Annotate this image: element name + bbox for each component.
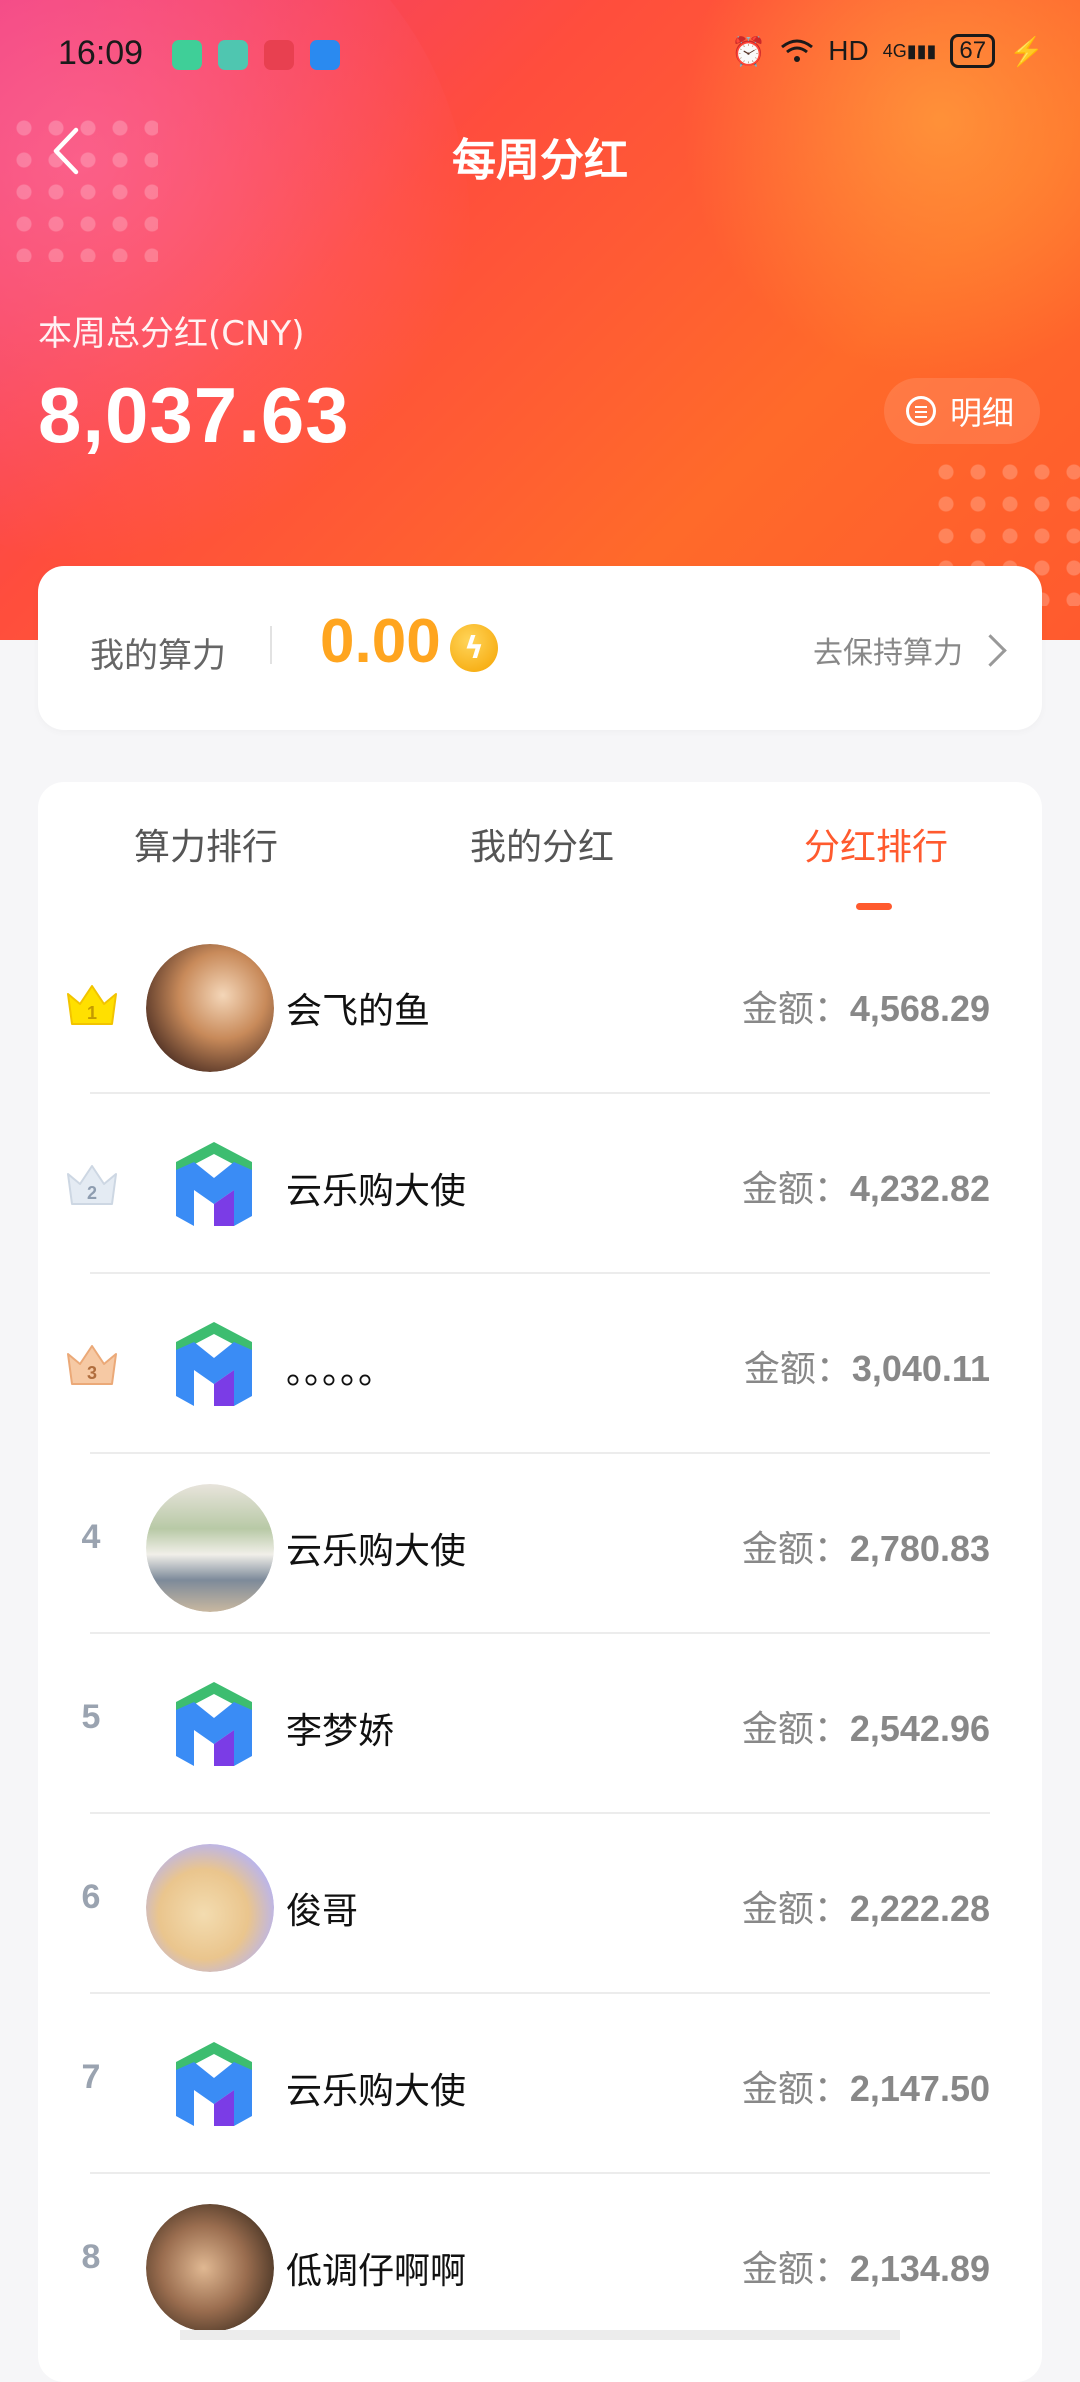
app-logo-avatar — [164, 1674, 264, 1774]
keep-power-label: 去保持算力 — [813, 636, 963, 671]
page-title: 每周分红 — [452, 135, 628, 186]
app-notification-icon — [218, 40, 248, 70]
signal-label: 4G — [882, 40, 907, 61]
user-name: 李梦娇 — [286, 1711, 395, 1752]
amount-value: 4,568.29 — [849, 988, 990, 1029]
amount-prefix: 金额： — [741, 1709, 850, 1750]
dividend-amount: 金额：2,134.89 — [742, 2240, 990, 2292]
app-notification-icon — [172, 40, 202, 70]
divider — [270, 626, 272, 664]
keep-power-link[interactable]: 去保持算力 — [813, 628, 1007, 672]
detail-button[interactable]: 明细 — [883, 378, 1040, 444]
ranking-row[interactable]: 1 会飞的鱼 金额：4,568.29 — [67, 914, 990, 1094]
amount-prefix: 金额： — [741, 2069, 850, 2110]
user-name: 会飞的鱼 — [286, 991, 431, 1032]
tab-bar: 算力排行 我的分红 分红排行 — [38, 818, 1042, 910]
tab-dividend-ranking[interactable]: 分红排行 — [804, 818, 948, 870]
total-dividend-value: 8,037.63 — [38, 371, 350, 459]
user-name: 俊哥 — [286, 1891, 359, 1932]
app-logo-avatar — [164, 1314, 264, 1414]
amount-value: 2,780.83 — [849, 1528, 990, 1569]
active-tab-indicator — [856, 903, 892, 910]
crown-icon: 1 — [64, 982, 120, 1028]
dividend-amount: 金额：2,147.50 — [742, 2060, 990, 2112]
app-logo-avatar — [164, 2034, 264, 2134]
avatar — [146, 944, 274, 1072]
amount-value: 2,542.96 — [849, 1708, 990, 1749]
dividend-amount: 金额：2,542.96 — [742, 1700, 990, 1752]
network-type: HD — [828, 35, 869, 66]
amount-prefix: 金额： — [741, 1889, 850, 1930]
amount-prefix: 金额： — [741, 989, 850, 1030]
user-name: 云乐购大使 — [286, 1531, 467, 1572]
amount-value: 2,134.89 — [849, 2248, 990, 2289]
rank-number: 7 — [81, 2058, 101, 2096]
bottom-edge — [180, 2330, 900, 2340]
ranking-row[interactable]: 5 李梦娇 金额：2,542.96 — [82, 1634, 990, 1814]
crown-icon: 3 — [64, 1342, 120, 1388]
app-notification-icon — [310, 40, 340, 70]
dividend-amount: 金额：4,232.82 — [742, 1160, 990, 1212]
ranking-row[interactable]: 4 云乐购大使 金额：2,780.83 — [82, 1454, 990, 1634]
avatar — [146, 1484, 274, 1612]
ranking-row[interactable]: 6 俊哥 金额：2,222.28 — [82, 1814, 990, 1994]
ranking-row[interactable]: 7 云乐购大使 金额：2,147.50 — [82, 1994, 990, 2174]
user-name: 云乐购大使 — [286, 1171, 467, 1212]
avatar — [146, 2204, 274, 2332]
rank-number: 6 — [81, 1878, 101, 1916]
wifi-icon — [781, 39, 814, 62]
status-indicators: ⏰ HD 4G▮▮▮ 67 ⚡ — [731, 34, 1044, 68]
battery-level: 67 — [959, 37, 987, 64]
tab-my-dividend[interactable]: 我的分红 — [470, 818, 614, 870]
amount-value: 3,040.11 — [851, 1348, 990, 1389]
chevron-right-icon — [974, 633, 1007, 667]
amount-prefix: 金额： — [741, 1529, 850, 1570]
dividend-amount: 金额：3,040.11 — [744, 1340, 990, 1392]
user-name: 低调仔啊啊 — [286, 2251, 467, 2292]
ranking-row[interactable]: 8 低调仔啊啊 金额：2,134.89 — [82, 2174, 990, 2354]
power-value: 0.00 — [320, 607, 441, 676]
status-time: 16:09 — [58, 34, 144, 72]
amount-prefix: 金额： — [741, 1169, 850, 1210]
amount-value: 2,147.50 — [849, 2068, 990, 2109]
charging-icon: ⚡ — [1009, 35, 1044, 67]
lightning-coin-icon: ϟ — [450, 624, 498, 672]
amount-prefix: 金额： — [743, 1349, 852, 1390]
dividend-amount: 金额：4,568.29 — [742, 980, 990, 1032]
app-logo-avatar — [164, 1134, 264, 1234]
user-name: 云乐购大使 — [286, 2071, 467, 2112]
battery-icon: 67 — [950, 34, 996, 68]
notification-icons — [172, 40, 340, 70]
detail-label: 明细 — [949, 394, 1014, 432]
rank-number: 5 — [81, 1698, 101, 1736]
dividend-amount: 金额：2,222.28 — [742, 1880, 990, 1932]
amount-prefix: 金额： — [741, 2249, 850, 2290]
avatar — [146, 1844, 274, 1972]
status-bar: 16:09 ⏰ HD 4G▮▮▮ 67 ⚡ — [0, 0, 1080, 110]
app-notification-icon — [264, 40, 294, 70]
rank-number: 4 — [81, 1518, 101, 1556]
ranking-row[interactable]: 3 。。。。。 金额：3,040.11 — [67, 1274, 990, 1454]
svg-text:2: 2 — [87, 1183, 97, 1203]
rank-number: 8 — [81, 2238, 101, 2276]
power-card: 我的算力 0.00 ϟ 去保持算力 — [38, 566, 1042, 730]
crown-icon: 2 — [64, 1162, 120, 1208]
user-name: 。。。。。 — [286, 1351, 395, 1392]
svg-text:3: 3 — [87, 1363, 97, 1383]
total-dividend-label: 本周总分红(CNY) — [38, 314, 305, 354]
list-icon — [905, 396, 936, 426]
dividend-amount: 金额：2,780.83 — [742, 1520, 990, 1572]
signal-icon: 4G▮▮▮ — [882, 40, 937, 61]
power-label: 我的算力 — [90, 636, 226, 676]
ranking-row[interactable]: 2 云乐购大使 金额：4,232.82 — [67, 1094, 990, 1274]
amount-value: 2,222.28 — [849, 1888, 990, 1929]
alarm-icon: ⏰ — [731, 35, 767, 67]
tab-power-ranking[interactable]: 算力排行 — [134, 818, 278, 870]
svg-text:1: 1 — [87, 1003, 97, 1023]
amount-value: 4,232.82 — [849, 1168, 990, 1209]
